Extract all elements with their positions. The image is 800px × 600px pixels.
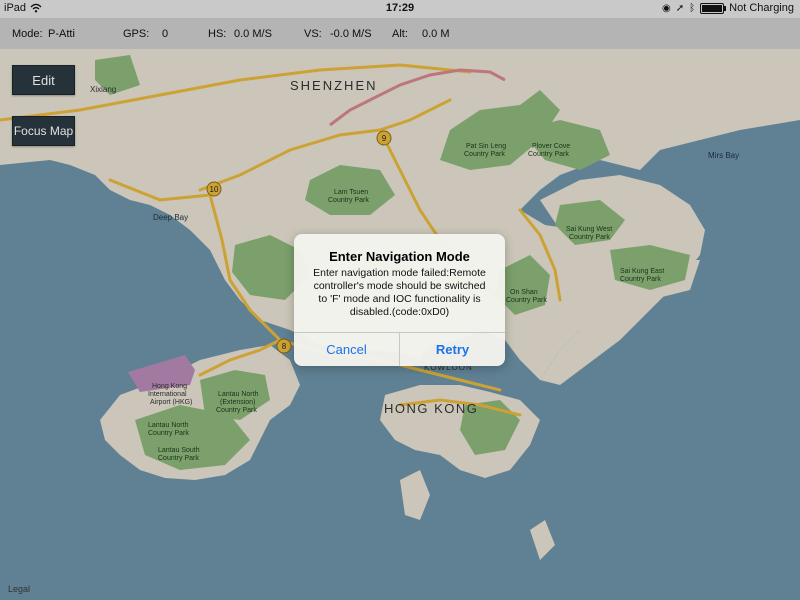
- retry-button[interactable]: Retry: [400, 333, 505, 366]
- battery-icon: [700, 2, 727, 14]
- alarm-icon: ◉: [662, 2, 671, 14]
- navigation-mode-alert: Enter Navigation Mode Enter navigation m…: [294, 234, 505, 366]
- alert-message-line: to 'F' mode and IOC functionality is: [318, 293, 481, 305]
- charging-status: Not Charging: [729, 2, 794, 14]
- bluetooth-icon: ᛒ: [689, 2, 696, 14]
- alert-message-line: controller's mode should be switched: [313, 280, 486, 292]
- legal-link[interactable]: Legal: [8, 584, 30, 594]
- alert-title: Enter Navigation Mode: [329, 249, 470, 264]
- alert-message-line: Enter navigation mode failed:Remote: [313, 267, 486, 279]
- alert-message-line: disabled.(code:0xD0): [349, 306, 450, 318]
- status-bar: iPad 17:29 ◉ ➚ ᛒ Not Charging: [0, 0, 800, 18]
- location-icon: ➚: [675, 2, 685, 14]
- alert-message: Enter navigation mode failed:Remote cont…: [304, 267, 495, 319]
- cancel-button[interactable]: Cancel: [294, 333, 399, 366]
